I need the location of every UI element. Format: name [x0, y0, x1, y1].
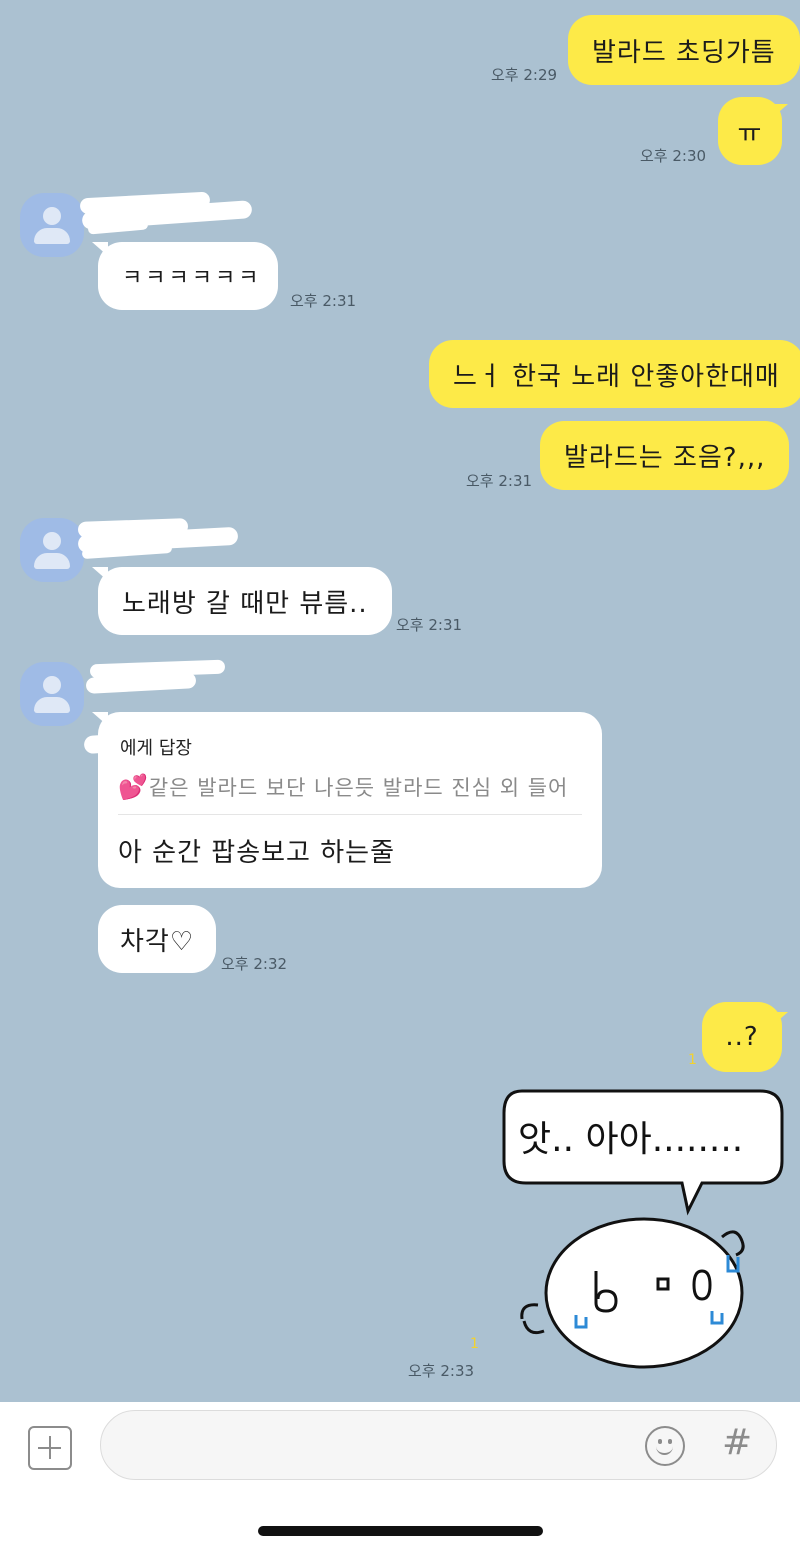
- crying-blob-sticker: 앗.. 아아........: [502, 1089, 784, 1369]
- friend-reply-message[interactable]: 에게 답장 💕같은 발라드 보단 나은듯 발라드 진심 외 들어 아 순간 팝송…: [98, 712, 602, 888]
- reply-quote[interactable]: 💕같은 발라드 보단 나은듯 발라드 진심 외 들어: [118, 772, 568, 802]
- bubble-tail: [92, 712, 108, 726]
- message-time: 오후 2:30: [640, 147, 707, 165]
- home-indicator[interactable]: [258, 1526, 543, 1536]
- avatar-head: [43, 532, 61, 550]
- my-message[interactable]: 발라드는 조음?,,,: [540, 421, 790, 490]
- friend-avatar[interactable]: [20, 193, 84, 257]
- two-hearts-icon: 💕: [118, 773, 149, 801]
- input-bar: #: [0, 1402, 800, 1553]
- sticker-speech-text: 앗.. 아아........: [518, 1119, 743, 1160]
- message-text: 노래방 갈 때만 뷰름..: [122, 588, 368, 619]
- unread-count: 1: [688, 1052, 697, 1068]
- chat-area[interactable]: 발라드 초딩가틈 오후 2:29 ㅠ 오후 2:30 ㅋㅋㅋㅋㅋㅋ 오후 2:3…: [0, 0, 800, 1402]
- friend-avatar[interactable]: [20, 518, 84, 582]
- avatar-head: [43, 676, 61, 694]
- bubble-tail: [772, 350, 788, 364]
- smiley-icon[interactable]: [645, 1426, 685, 1466]
- message-text: ..?: [725, 1022, 759, 1052]
- bubble-tail: [92, 567, 108, 581]
- bubble-tail: [92, 242, 108, 256]
- message-text: ㅠ: [737, 118, 763, 149]
- bubble-tail: [772, 1012, 788, 1026]
- message-text: 아 순간 팝송보고 하는줄: [118, 838, 395, 868]
- friend-message[interactable]: 노래방 갈 때만 뷰름..: [98, 567, 392, 635]
- friend-message[interactable]: 차각♡: [98, 905, 217, 973]
- message-time: 오후 2:33: [408, 1362, 475, 1380]
- reply-quote-text: 같은 발라드 보단 나은듯 발라드 진심 외 들어: [148, 776, 569, 800]
- message-time: 오후 2:32: [221, 955, 288, 973]
- my-message[interactable]: 발라드 초딩가틈: [568, 15, 800, 85]
- avatar-body: [34, 697, 70, 713]
- hash-icon[interactable]: #: [722, 1422, 752, 1463]
- my-message[interactable]: 느ㅓ 한국 노래 안좋아한대매: [429, 340, 800, 408]
- message-text: 느ㅓ 한국 노래 안좋아한대매: [453, 361, 780, 392]
- my-message[interactable]: ..?: [702, 1002, 782, 1072]
- unread-count: 1: [470, 1336, 479, 1352]
- friend-message[interactable]: ㅋㅋㅋㅋㅋㅋ: [98, 242, 278, 310]
- sticker-message[interactable]: 앗.. 아아........: [498, 1085, 788, 1385]
- message-time: 오후 2:31: [290, 292, 357, 310]
- message-text: ㅋㅋㅋㅋㅋㅋ: [122, 266, 262, 291]
- bubble-tail: [772, 104, 788, 118]
- message-text: 발라드는 조음?,,,: [564, 443, 766, 473]
- avatar-head: [43, 207, 61, 225]
- avatar-body: [34, 228, 70, 244]
- friend-avatar[interactable]: [20, 662, 84, 726]
- message-text: 차각♡: [120, 926, 195, 957]
- plus-square-icon[interactable]: [28, 1426, 72, 1470]
- bubble-tail: [772, 28, 788, 42]
- reply-divider: [118, 814, 582, 815]
- message-time: 오후 2:31: [396, 616, 463, 634]
- message-time: 오후 2:29: [491, 66, 558, 84]
- avatar-body: [34, 553, 70, 569]
- smiley-mouth: [656, 1444, 673, 1455]
- message-time: 오후 2:31: [466, 472, 533, 490]
- reply-target-label: 에게 답장: [120, 738, 192, 759]
- message-text: 발라드 초딩가틈: [592, 37, 776, 68]
